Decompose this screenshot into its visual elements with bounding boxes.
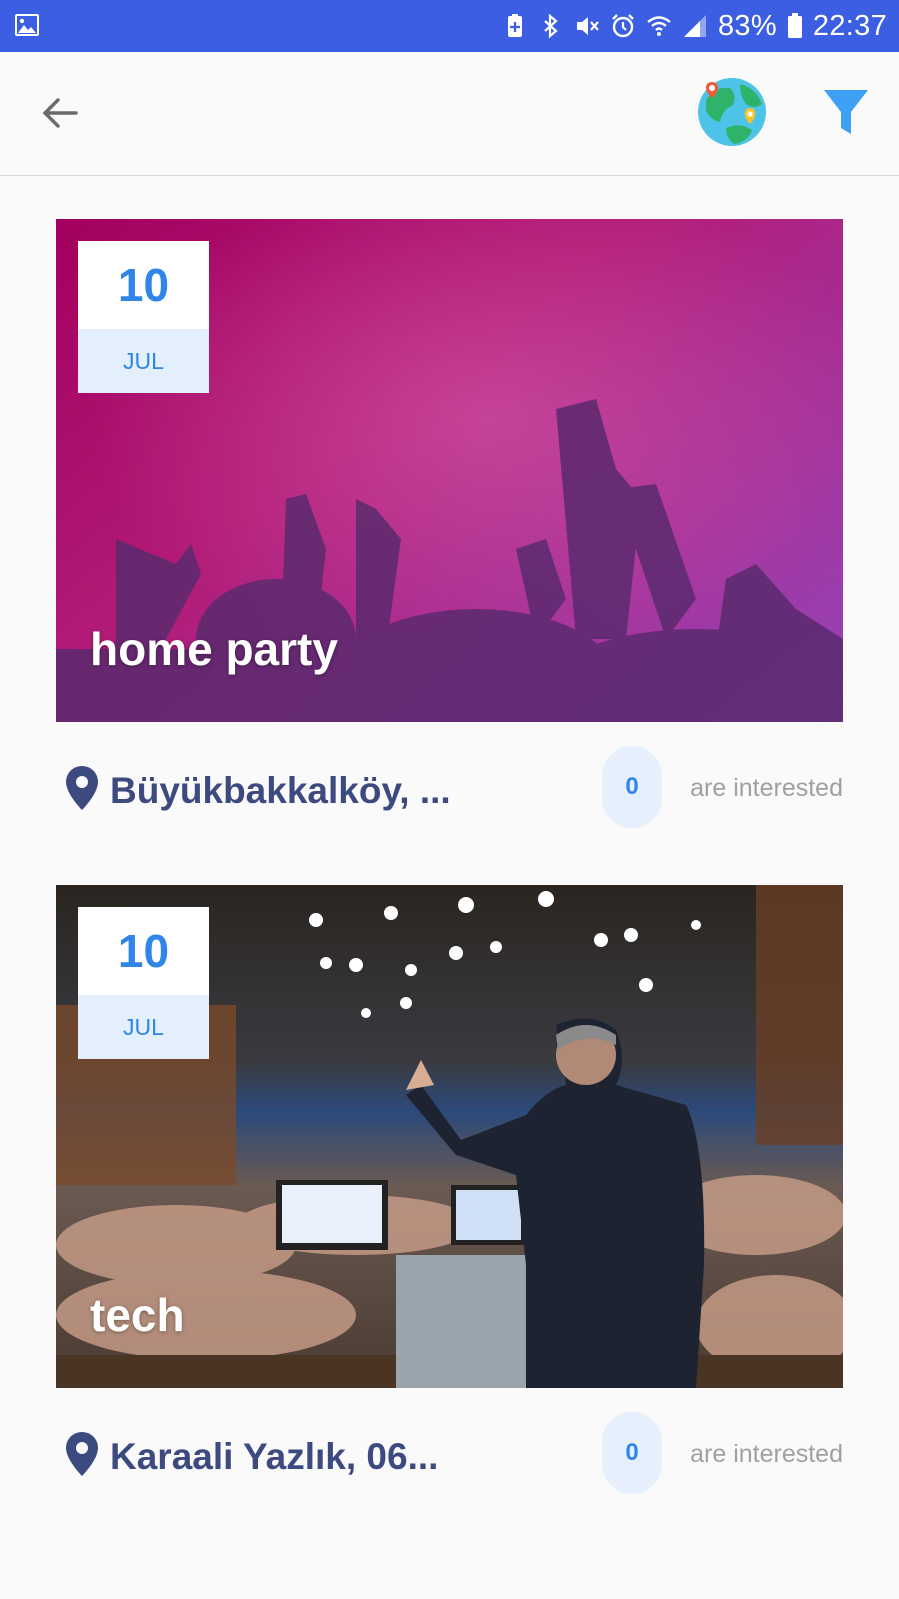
event-title: tech <box>90 1289 185 1341</box>
event-image[interactable]: 10 JUL tech <box>56 885 843 1388</box>
event-location: Karaali Yazlık, 06... <box>110 1436 439 1477</box>
signal-icon <box>683 15 706 37</box>
interested-label: are interested <box>690 1440 843 1468</box>
globe-map-icon[interactable] <box>696 76 768 148</box>
event-title: home party <box>90 623 338 675</box>
location-pin-icon <box>66 766 98 810</box>
bluetooth-icon <box>544 13 558 39</box>
event-meta: Büyükbakkalköy, ... 0 are interested <box>56 722 843 872</box>
toolbar <box>0 52 899 176</box>
event-location: Büyükbakkalköy, ... <box>110 770 451 811</box>
gallery-icon <box>15 14 39 36</box>
date-day: 10 <box>117 259 170 311</box>
battery-percent: 83% <box>717 9 777 42</box>
clock: 22:37 <box>812 9 887 42</box>
event-meta: Karaali Yazlık, 06... 0 are interested <box>56 1388 843 1538</box>
date-month: JUL <box>78 329 209 393</box>
battery-icon <box>787 13 802 38</box>
date-day: 10 <box>117 925 170 977</box>
filter-icon[interactable] <box>822 88 870 138</box>
alarm-icon <box>612 14 634 38</box>
battery-saver-icon <box>507 14 522 37</box>
event-card[interactable]: 10 JUL home party Büyükbakkalköy, ... 0 … <box>56 219 843 872</box>
interested-count-badge[interactable]: 0 <box>602 746 662 828</box>
interested-count-badge[interactable]: 0 <box>602 1412 662 1494</box>
wifi-icon <box>647 16 671 36</box>
event-image[interactable]: 10 JUL home party <box>56 219 843 722</box>
mute-icon <box>576 17 599 35</box>
date-badge: 10 JUL <box>78 241 209 393</box>
back-arrow-icon[interactable] <box>38 90 84 136</box>
event-card[interactable]: 10 JUL tech Karaali Yazlık, 06... 0 are … <box>56 885 843 1538</box>
interested-label: are interested <box>690 774 843 802</box>
status-bar: 83% 22:37 <box>0 0 899 52</box>
date-badge: 10 JUL <box>78 907 209 1059</box>
date-month: JUL <box>78 995 209 1059</box>
location-pin-icon <box>66 1432 98 1476</box>
